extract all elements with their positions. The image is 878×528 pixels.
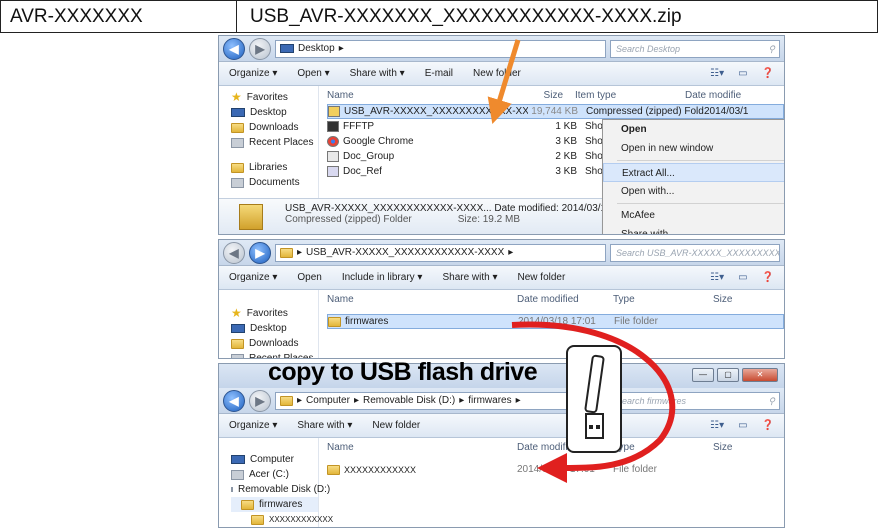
usb-drive-icon xyxy=(566,345,622,453)
annotation-layer xyxy=(487,39,676,484)
copy-instruction: copy to USB flash drive xyxy=(268,358,538,386)
orange-arrow xyxy=(487,39,521,124)
